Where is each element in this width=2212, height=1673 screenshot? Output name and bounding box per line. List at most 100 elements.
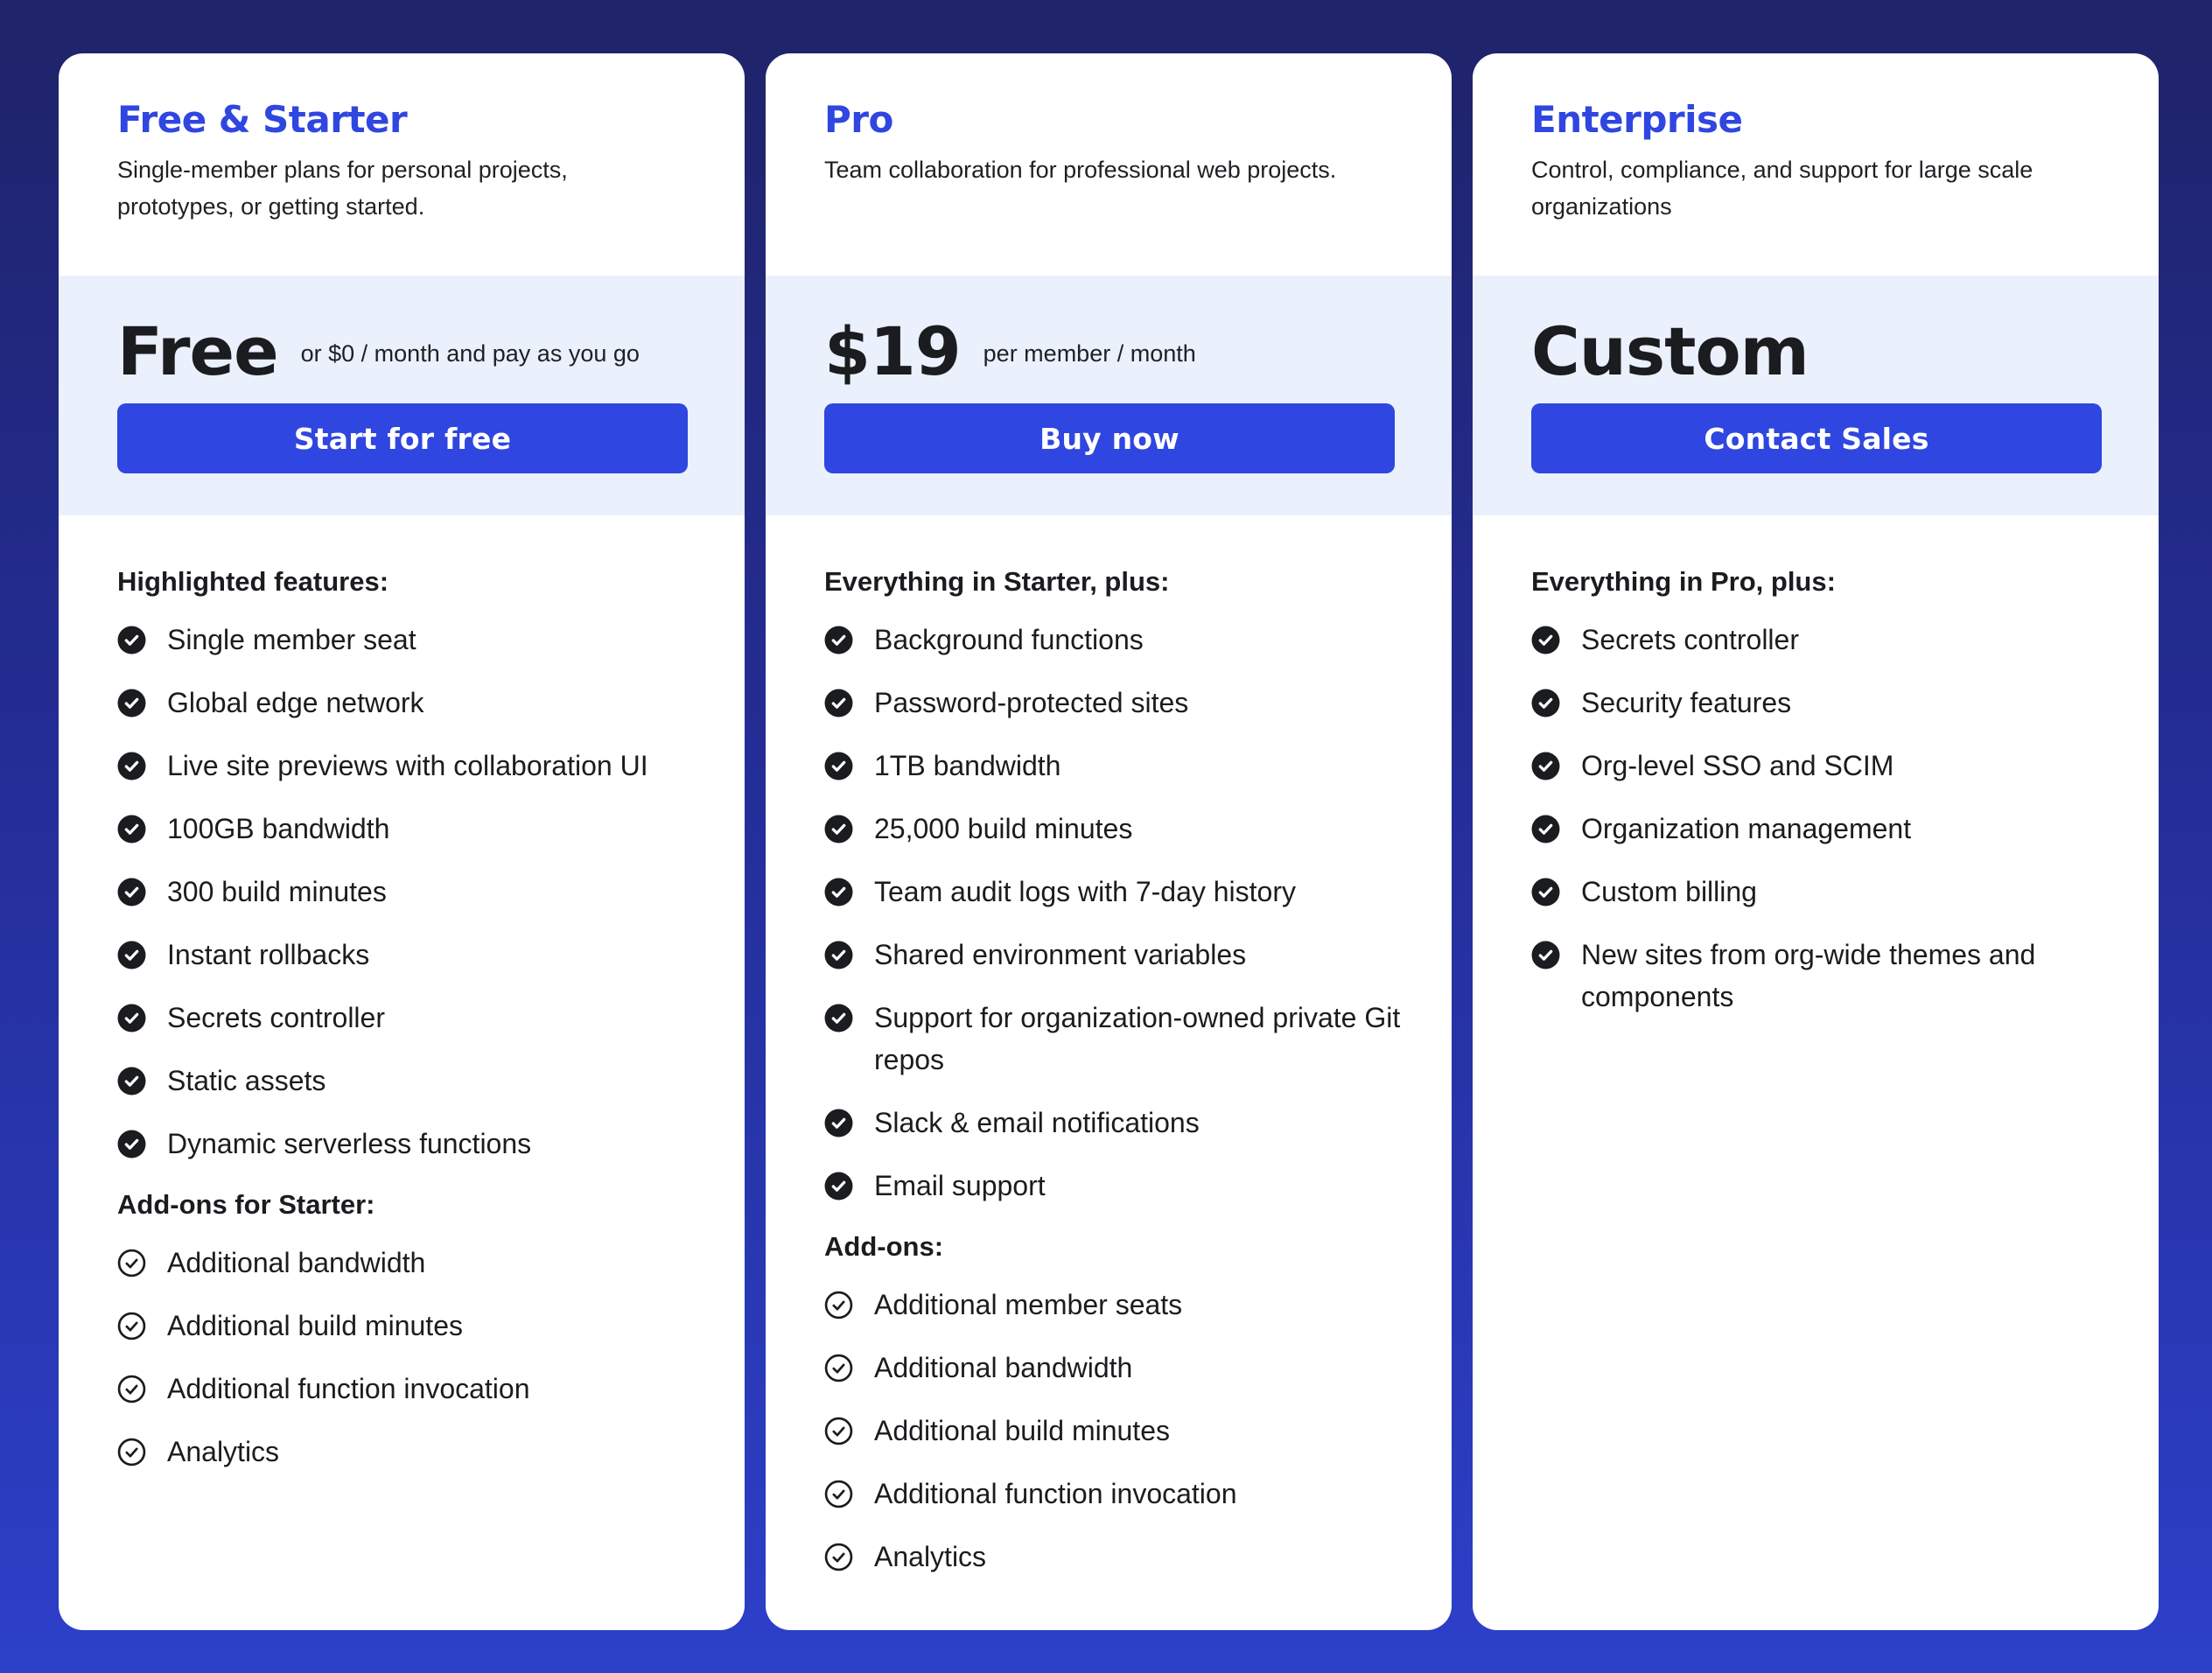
plan-description: Single-member plans for personal project… <box>117 157 568 220</box>
pricing-cards: Free & Starter Single-member plans for p… <box>59 53 2159 1630</box>
check-circle-filled-icon <box>117 752 146 780</box>
feature-item: Single member seat <box>117 619 710 661</box>
feature-text: Additional build minutes <box>874 1415 1170 1446</box>
feature-text: Additional bandwidth <box>874 1352 1133 1383</box>
check-circle-outline-icon <box>824 1291 853 1320</box>
feature-text: Shared environment variables <box>874 939 1247 970</box>
plan-card-pro: Pro Team collaboration for professional … <box>766 53 1452 1630</box>
feature-section-heading: Highlighted features: <box>117 566 389 597</box>
contact-sales-button[interactable]: Contact Sales <box>1531 403 2102 473</box>
check-circle-filled-icon <box>1531 626 1560 654</box>
feature-item: 300 build minutes <box>117 871 710 913</box>
feature-text: Secrets controller <box>1581 624 1799 655</box>
plan-title: Enterprise <box>1531 98 1743 141</box>
plan-description: Control, compliance, and support for lar… <box>1531 157 2034 220</box>
check-circle-filled-icon <box>117 878 146 906</box>
feature-text: Global edge network <box>167 687 424 718</box>
feature-item: 25,000 build minutes <box>824 808 1417 850</box>
feature-item: Organization management <box>1531 808 2124 850</box>
buy-now-button[interactable]: Buy now <box>824 403 1395 473</box>
price-amount: $19 <box>824 312 962 390</box>
feature-item: Additional build minutes <box>117 1305 710 1347</box>
check-circle-outline-icon <box>824 1354 853 1382</box>
feature-sections: Everything in Starter, plus: Background f… <box>766 515 1452 1599</box>
feature-item: Security features <box>1531 682 2124 724</box>
check-circle-outline-icon <box>824 1543 853 1572</box>
feature-section-heading: Everything in Starter, plus: <box>824 566 1170 597</box>
start-for-free-button[interactable]: Start for free <box>117 403 688 473</box>
feature-item: Additional function invocation <box>117 1368 710 1410</box>
feature-text: Background functions <box>874 624 1144 655</box>
feature-item: Secrets controller <box>1531 619 2124 661</box>
feature-text: Dynamic serverless functions <box>167 1128 532 1159</box>
feature-item: Instant rollbacks <box>117 934 710 976</box>
check-circle-filled-icon <box>117 1130 146 1158</box>
feature-item: Dynamic serverless functions <box>117 1123 710 1165</box>
feature-text: Security features <box>1581 687 1792 718</box>
check-circle-filled-icon <box>824 626 853 654</box>
feature-item: Additional build minutes <box>824 1410 1417 1452</box>
price-note: or $0 / month and pay as you go <box>300 340 640 367</box>
price-amount: Custom <box>1531 312 1810 390</box>
check-circle-filled-icon <box>1531 815 1560 844</box>
feature-item: Live site previews with collaboration UI <box>117 745 710 787</box>
plan-description: Team collaboration for professional web … <box>824 157 1337 183</box>
price-band: Free or $0 / month and pay as you go Sta… <box>59 276 745 515</box>
feature-text: Additional member seats <box>874 1289 1183 1320</box>
check-circle-filled-icon <box>117 626 146 654</box>
check-circle-filled-icon <box>117 1004 146 1032</box>
feature-text: Single member seat <box>167 624 416 655</box>
feature-text: 25,000 build minutes <box>874 813 1133 844</box>
feature-text: Analytics <box>874 1541 987 1572</box>
feature-text: Additional function invocation <box>874 1478 1237 1509</box>
feature-text: Org-level SSO and SCIM <box>1581 750 1894 781</box>
feature-text: 100GB bandwidth <box>167 813 390 844</box>
price-row: Custom <box>1531 311 2101 393</box>
check-circle-outline-icon <box>117 1375 146 1404</box>
feature-text: 300 build minutes <box>167 876 387 907</box>
plan-title: Pro <box>824 98 893 141</box>
feature-sections: Highlighted features: Single member seat G… <box>59 515 745 1494</box>
feature-section-heading: Add-ons for Starter: <box>117 1189 375 1220</box>
feature-item: 100GB bandwidth <box>117 808 710 850</box>
check-circle-filled-icon <box>824 1109 853 1138</box>
feature-text: Custom billing <box>1581 876 1757 907</box>
check-circle-filled-icon <box>1531 878 1560 906</box>
price-row: Free or $0 / month and pay as you go <box>117 311 687 393</box>
feature-item: Background functions <box>824 619 1417 661</box>
check-circle-filled-icon <box>1531 689 1560 718</box>
feature-list: Single member seat Global edge network Liv… <box>117 619 710 1165</box>
feature-text: Support for organization-owned private G… <box>874 1002 1401 1075</box>
feature-item: Additional function invocation <box>824 1473 1417 1515</box>
feature-item: Global edge network <box>117 682 710 724</box>
check-circle-filled-icon <box>1531 752 1560 780</box>
check-circle-filled-icon <box>1531 941 1560 970</box>
feature-text: Password-protected sites <box>874 687 1189 718</box>
feature-list: Secrets controller Security features Org-l… <box>1531 619 2124 1018</box>
check-circle-filled-icon <box>117 1067 146 1096</box>
check-circle-outline-icon <box>824 1480 853 1508</box>
check-circle-outline-icon <box>117 1438 146 1466</box>
feature-text: Live site previews with collaboration UI <box>167 750 648 781</box>
feature-item: Additional bandwidth <box>824 1347 1417 1389</box>
feature-item: Analytics <box>824 1536 1417 1578</box>
feature-item: Analytics <box>117 1431 710 1473</box>
check-circle-filled-icon <box>117 689 146 718</box>
feature-item: Shared environment variables <box>824 934 1417 976</box>
feature-text: New sites from org-wide themes and compo… <box>1581 939 2036 1012</box>
feature-section-heading: Add-ons: <box>824 1231 944 1262</box>
feature-item: 1TB bandwidth <box>824 745 1417 787</box>
price-row: $19 per member / month <box>824 311 1394 393</box>
feature-list: Additional member seats Additional bandwi… <box>824 1284 1417 1578</box>
feature-text: Organization management <box>1581 813 1912 844</box>
price-note: per member / month <box>983 340 1196 367</box>
check-circle-filled-icon <box>824 878 853 906</box>
feature-item: Slack & email notifications <box>824 1102 1417 1144</box>
check-circle-filled-icon <box>824 1172 853 1200</box>
feature-text: Analytics <box>167 1436 280 1467</box>
feature-item: Custom billing <box>1531 871 2124 913</box>
feature-text: Additional function invocation <box>167 1373 530 1404</box>
feature-text: Email support <box>874 1170 1046 1201</box>
check-circle-outline-icon <box>117 1312 146 1340</box>
feature-item: Password-protected sites <box>824 682 1417 724</box>
